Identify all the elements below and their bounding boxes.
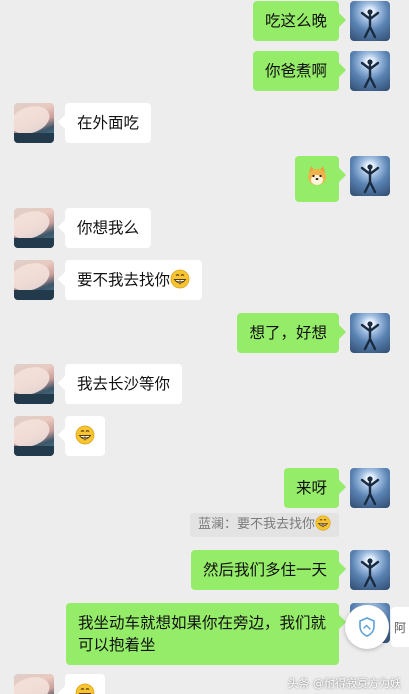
message-text: 我坐动车就想如果你在旁边，我们就可以抱着坐 — [78, 614, 327, 654]
side-tab[interactable]: 阿 — [391, 607, 409, 647]
my-avatar[interactable] — [350, 156, 390, 196]
message-row: 吃这么晚 — [252, 1, 390, 41]
message-row — [295, 156, 390, 202]
message-bubble[interactable]: 然后我们多住一天 — [190, 550, 339, 590]
quoted-message[interactable]: 蓝澜：要不我去找你 — [189, 513, 339, 537]
my-avatar[interactable] — [350, 468, 390, 508]
my-avatar[interactable] — [350, 313, 390, 353]
message-row: 我去长沙等你 — [14, 364, 183, 404]
message-bubble[interactable] — [295, 156, 339, 202]
message-bubble[interactable]: 在外面吃 — [65, 103, 152, 143]
message-text: 想了，好想 — [249, 324, 327, 342]
message-bubble[interactable] — [65, 416, 105, 456]
message-bubble[interactable]: 吃这么晚 — [252, 1, 339, 41]
shield-icon — [359, 617, 375, 637]
friend-avatar[interactable] — [14, 416, 54, 456]
message-text: 我去长沙等你 — [77, 375, 171, 393]
message-row: 我坐动车就想如果你在旁边，我们就可以抱着坐 — [66, 603, 390, 665]
my-avatar[interactable] — [350, 550, 390, 590]
chat-area: 吃这么晚 你爸煮啊 在外面吃 你想我么 要不我去找你 想了，好想 我去长沙等你 … — [0, 0, 409, 694]
grin-emoji — [75, 683, 95, 694]
message-bubble[interactable] — [65, 674, 105, 694]
message-bubble[interactable]: 我坐动车就想如果你在旁边，我们就可以抱着坐 — [66, 603, 339, 665]
message-row: 你爸煮啊 — [252, 51, 390, 91]
message-bubble[interactable]: 我去长沙等你 — [65, 364, 183, 404]
message-row — [14, 416, 105, 456]
my-avatar[interactable] — [350, 51, 390, 91]
grin-emoji — [170, 269, 190, 289]
friend-avatar[interactable] — [14, 260, 54, 300]
message-row: 你想我么 — [14, 208, 152, 248]
message-text: 吃这么晚 — [264, 12, 327, 30]
friend-avatar[interactable] — [14, 208, 54, 248]
message-bubble[interactable]: 想了，好想 — [237, 313, 339, 353]
message-bubble[interactable]: 要不我去找你 — [65, 260, 203, 300]
message-bubble[interactable]: 你爸煮啊 — [252, 51, 339, 91]
message-text: 要不我去找你 — [77, 271, 171, 289]
message-text: 来呀 — [295, 479, 327, 497]
grin-emoji — [315, 515, 331, 531]
friend-avatar[interactable] — [14, 674, 54, 694]
message-row: 想了，好想 — [237, 313, 390, 353]
message-text: 然后我们多住一天 — [202, 561, 327, 579]
message-text: 你想我么 — [77, 219, 140, 237]
message-row — [14, 674, 105, 694]
floating-shield-button[interactable] — [345, 605, 389, 649]
message-row: 然后我们多住一天 — [190, 550, 390, 590]
grin-emoji — [75, 425, 95, 445]
my-avatar[interactable] — [350, 1, 390, 41]
quoted-text: 蓝澜：要不我去找你 — [197, 517, 315, 532]
watermark: 头条 @耐得寂寞方为妖 — [287, 677, 402, 690]
message-text: 你爸煮啊 — [264, 62, 327, 80]
message-row: 要不我去找你 — [14, 260, 203, 300]
friend-avatar[interactable] — [14, 103, 54, 143]
message-bubble[interactable]: 你想我么 — [65, 208, 152, 248]
shiba-dog-sticker — [308, 166, 326, 185]
message-row: 在外面吃 — [14, 103, 152, 143]
message-text: 在外面吃 — [77, 114, 140, 132]
friend-avatar[interactable] — [14, 364, 54, 404]
message-row: 来呀 — [283, 468, 390, 508]
message-bubble[interactable]: 来呀 — [283, 468, 339, 508]
